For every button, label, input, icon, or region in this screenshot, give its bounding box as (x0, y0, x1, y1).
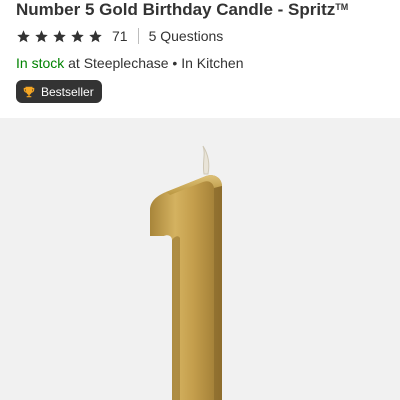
rating-stars[interactable] (16, 29, 106, 44)
bestseller-badge: Bestseller (16, 80, 102, 103)
star-icon (52, 29, 67, 44)
star-icon (70, 29, 85, 44)
star-icon (34, 29, 49, 44)
product-title: Number 5 Gold Birthday Candle - SpritzTM (16, 0, 349, 19)
trademark-symbol: TM (335, 2, 349, 12)
star-icon (16, 29, 31, 44)
review-count[interactable]: 71 (112, 28, 128, 44)
product-image[interactable] (0, 118, 400, 400)
badge-label: Bestseller (41, 84, 94, 99)
divider (137, 28, 139, 44)
store-location[interactable]: at Steeplechase • In Kitchen (68, 55, 243, 71)
stock-status: In stock (16, 55, 65, 71)
questions-link[interactable]: 5 Questions (149, 28, 224, 44)
availability-row: In stock at Steeplechase • In Kitchen (16, 55, 244, 73)
star-icon (88, 29, 103, 44)
trophy-icon (22, 85, 36, 99)
rating-row: 71 5 Questions (16, 26, 223, 46)
candle-illustration (150, 145, 222, 400)
